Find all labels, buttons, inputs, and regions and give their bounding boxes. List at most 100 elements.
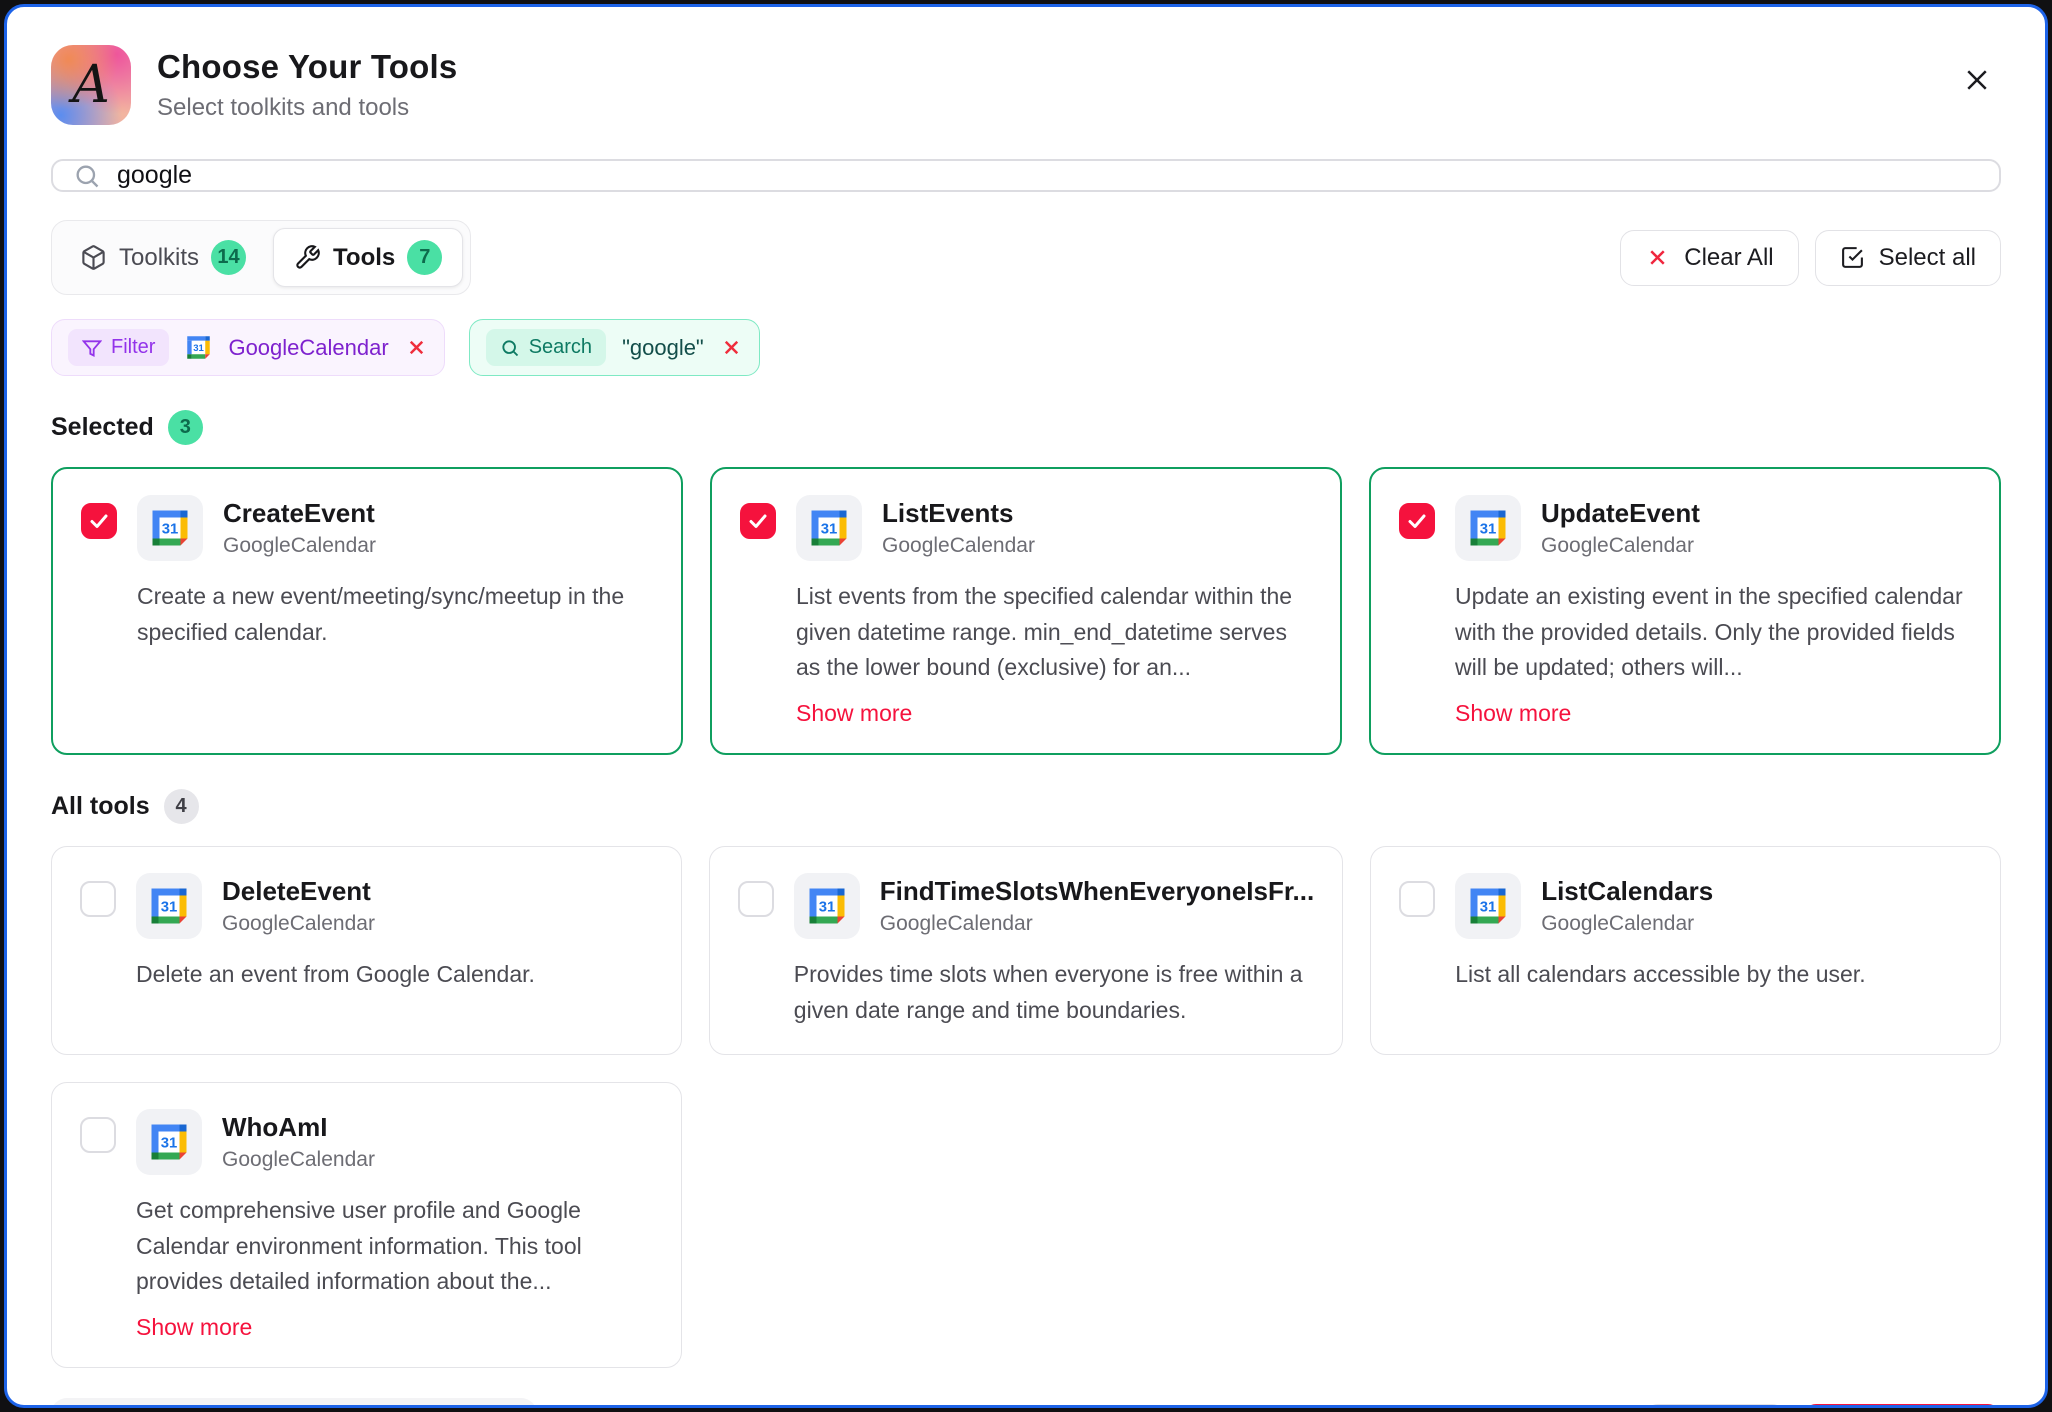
tab-group: Toolkits 14 Tools 7: [51, 220, 471, 295]
tool-card[interactable]: CreateEvent GoogleCalendar Create a new …: [51, 467, 683, 755]
tool-titles: ListCalendars GoogleCalendar: [1541, 873, 1713, 936]
modal-footer: 3 tools selected from 1 toolkit Cancel U…: [51, 1368, 2001, 1408]
tool-titles: UpdateEvent GoogleCalendar: [1541, 495, 1700, 558]
clear-x-icon: [1645, 245, 1670, 270]
tool-card[interactable]: FindTimeSlotsWhenEveryoneIsFr... GoogleC…: [709, 846, 1343, 1055]
tool-toolkit-label: GoogleCalendar: [222, 1148, 375, 1172]
tool-card[interactable]: WhoAmI GoogleCalendar Get comprehensive …: [51, 1082, 682, 1368]
search-chip-label-pill: Search: [486, 329, 606, 366]
footer-actions: Cancel Use 3 Tools: [1645, 1404, 2001, 1408]
select-all-button[interactable]: Select all: [1815, 230, 2001, 286]
tab-toolkits-label: Toolkits: [119, 244, 199, 272]
search-chip: Search "google": [469, 319, 760, 376]
google-calendar-icon: [1455, 873, 1521, 939]
google-calendar-icon: [796, 495, 862, 561]
cancel-button[interactable]: Cancel: [1645, 1404, 1785, 1408]
wrench-icon: [294, 244, 321, 271]
controls-row: Toolkits 14 Tools 7 Clear All Select all: [51, 220, 2001, 295]
tool-checkbox[interactable]: [80, 881, 116, 917]
google-calendar-icon: [794, 873, 860, 939]
tool-description: Provides time slots when everyone is fre…: [794, 957, 1314, 1028]
tool-card[interactable]: ListEvents GoogleCalendar List events fr…: [710, 467, 1342, 755]
page-subtitle: Select toolkits and tools: [157, 94, 457, 122]
tool-toolkit-label: GoogleCalendar: [1541, 912, 1713, 936]
tool-description: Create a new event/meeting/sync/meetup i…: [137, 579, 653, 650]
tool-description: Get comprehensive user profile and Googl…: [136, 1193, 653, 1300]
google-calendar-icon: [136, 1109, 202, 1175]
tool-titles: DeleteEvent GoogleCalendar: [222, 873, 375, 936]
clear-all-label: Clear All: [1684, 244, 1773, 272]
selected-count-badge: 3: [168, 410, 203, 445]
funnel-icon: [82, 338, 102, 358]
package-icon: [80, 244, 107, 271]
active-filters-row: Filter GoogleCalendar Search "google": [51, 319, 2001, 376]
app-logo: A: [51, 45, 131, 125]
tool-description: List all calendars accessible by the use…: [1455, 957, 1865, 993]
tool-titles: FindTimeSlotsWhenEveryoneIsFr... GoogleC…: [880, 873, 1314, 936]
filter-chip: Filter GoogleCalendar: [51, 319, 445, 376]
search-input[interactable]: [117, 161, 1979, 190]
show-more-link[interactable]: Show more: [1455, 700, 1571, 727]
header-titles: Choose Your Tools Select toolkits and to…: [157, 48, 457, 122]
remove-filter-button[interactable]: [405, 336, 428, 359]
tab-tools[interactable]: Tools 7: [273, 228, 463, 287]
tool-titles: ListEvents GoogleCalendar: [882, 495, 1035, 558]
search-icon: [500, 338, 520, 358]
tool-checkbox[interactable]: [1399, 881, 1435, 917]
close-button[interactable]: [1955, 59, 1999, 103]
tool-checkbox[interactable]: [738, 881, 774, 917]
show-more-link[interactable]: Show more: [136, 1314, 252, 1341]
tool-name: ListCalendars: [1541, 876, 1713, 907]
selection-summary: 3 tools selected from 1 toolkit: [51, 1398, 537, 1408]
checkmark-icon: [1405, 509, 1429, 533]
tool-toolkit-label: GoogleCalendar: [222, 912, 375, 936]
tool-titles: WhoAmI GoogleCalendar: [222, 1109, 375, 1172]
tool-card[interactable]: ListCalendars GoogleCalendar List all ca…: [1370, 846, 2001, 1055]
search-bar[interactable]: [51, 159, 2001, 192]
tool-toolkit-label: GoogleCalendar: [882, 534, 1035, 558]
tool-description: List events from the specified calendar …: [796, 579, 1312, 686]
tool-checkbox[interactable]: [740, 503, 776, 539]
tool-name: UpdateEvent: [1541, 498, 1700, 529]
remove-x-icon: [405, 336, 428, 359]
tool-card-header: FindTimeSlotsWhenEveryoneIsFr... GoogleC…: [738, 873, 1314, 939]
all-tools-section-heading: All tools 4: [51, 789, 2001, 824]
search-chip-value: "google": [622, 335, 704, 361]
tool-checkbox[interactable]: [1399, 503, 1435, 539]
selected-tools-grid: CreateEvent GoogleCalendar Create a new …: [51, 467, 2001, 755]
clear-all-button[interactable]: Clear All: [1620, 230, 1798, 286]
use-tools-button[interactable]: Use 3 Tools: [1803, 1404, 2001, 1408]
tool-checkbox[interactable]: [80, 1117, 116, 1153]
tool-card-header: DeleteEvent GoogleCalendar: [80, 873, 653, 939]
remove-x-icon: [720, 336, 743, 359]
tool-card[interactable]: DeleteEvent GoogleCalendar Delete an eve…: [51, 846, 682, 1055]
bulk-actions: Clear All Select all: [1620, 230, 2001, 286]
tool-name: FindTimeSlotsWhenEveryoneIsFr...: [880, 876, 1314, 907]
remove-search-button[interactable]: [720, 336, 743, 359]
search-chip-label: Search: [529, 336, 592, 359]
tool-titles: CreateEvent GoogleCalendar: [223, 495, 376, 558]
tool-toolkit-label: GoogleCalendar: [880, 912, 1314, 936]
page-title: Choose Your Tools: [157, 48, 457, 86]
tool-card-header: ListCalendars GoogleCalendar: [1399, 873, 1972, 939]
check-square-icon: [1840, 245, 1865, 270]
tool-name: DeleteEvent: [222, 876, 375, 907]
all-tools-count-badge: 4: [164, 789, 199, 824]
toolkits-count-badge: 14: [211, 240, 246, 275]
tab-toolkits[interactable]: Toolkits 14: [59, 228, 267, 287]
filter-chip-value: GoogleCalendar: [228, 335, 388, 361]
show-more-link[interactable]: Show more: [796, 700, 912, 727]
app-logo-letter: A: [72, 55, 110, 115]
selected-section-heading: Selected 3: [51, 410, 2001, 445]
choose-tools-modal: A Choose Your Tools Select toolkits and …: [4, 4, 2048, 1408]
tool-card-header: ListEvents GoogleCalendar: [740, 495, 1312, 561]
filter-chip-label-pill: Filter: [68, 329, 169, 366]
tool-checkbox[interactable]: [81, 503, 117, 539]
tool-description: Update an existing event in the specifie…: [1455, 579, 1971, 686]
tool-toolkit-label: GoogleCalendar: [1541, 534, 1700, 558]
tool-card[interactable]: UpdateEvent GoogleCalendar Update an exi…: [1369, 467, 2001, 755]
search-icon: [73, 162, 101, 190]
tool-toolkit-label: GoogleCalendar: [223, 534, 376, 558]
tool-name: CreateEvent: [223, 498, 376, 529]
selected-section-title: Selected: [51, 413, 154, 442]
